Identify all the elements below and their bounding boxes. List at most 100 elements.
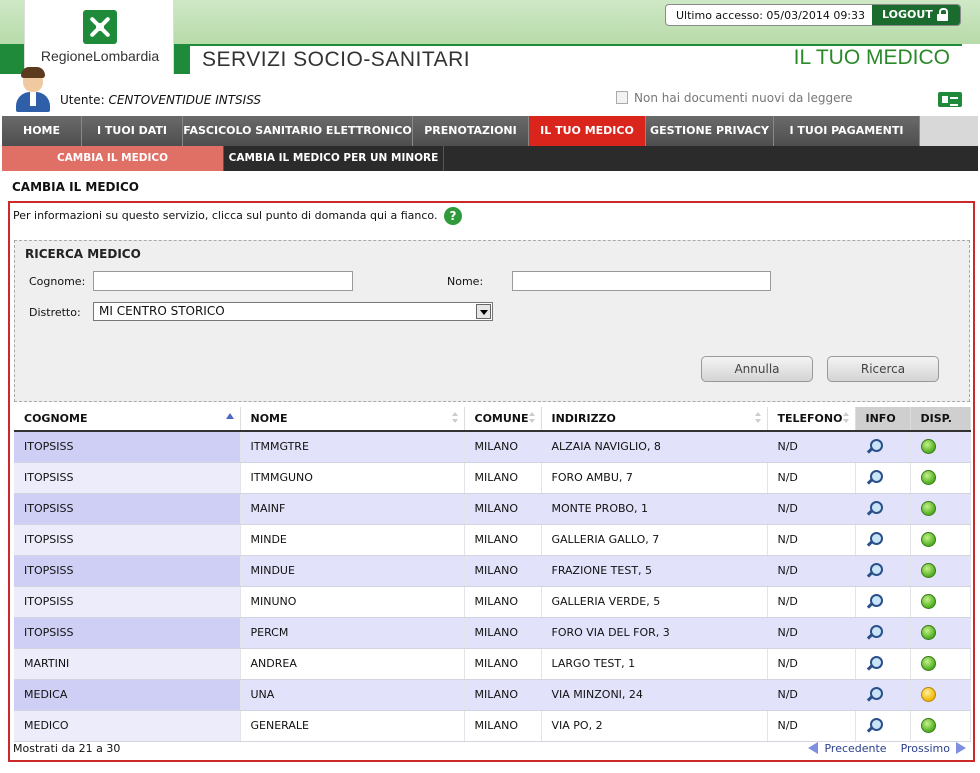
table-row[interactable]: ITOPSISS MINDE MILANO GALLERIA GALLO, 7 N/D	[14, 524, 971, 556]
nav-i-tuoi-pagamenti[interactable]: I TUOI PAGAMENTI	[774, 116, 920, 146]
cell-telefono: N/D	[767, 648, 856, 680]
magnifier-icon[interactable]	[866, 469, 883, 486]
section-title: IL TUO MEDICO	[793, 46, 950, 69]
cell-indirizzo: LARGO TEST, 1	[541, 648, 768, 680]
col-telefono[interactable]: TELEFONO	[767, 407, 856, 432]
search-button[interactable]: Ricerca	[827, 356, 939, 382]
cell-comune: MILANO	[464, 524, 542, 556]
next-link[interactable]: Prossimo	[901, 742, 950, 755]
distretto-label: Distretto:	[29, 306, 81, 319]
cell-info	[855, 493, 911, 525]
documents-notice[interactable]: Non hai documenti nuovi da leggere	[616, 91, 853, 105]
nav-i-tuoi-dati[interactable]: I TUOI DATI	[82, 116, 183, 146]
distretto-select[interactable]: MI CENTRO STORICO	[93, 302, 493, 321]
cell-telefono: N/D	[767, 555, 856, 587]
cell-cognome: ITOPSISS	[14, 462, 241, 494]
sort-icon	[754, 412, 761, 424]
col-indirizzo-label: INDIRIZZO	[551, 412, 616, 425]
table-row[interactable]: ITOPSISS PERCM MILANO FORO VIA DEL FOR, 3 N/…	[14, 617, 971, 649]
previous-arrow-icon[interactable]	[808, 742, 819, 754]
nav-fascicolo-sanitario[interactable]: FASCICOLO SANITARIO ELETTRONICO	[183, 116, 413, 146]
cognome-input[interactable]	[93, 271, 353, 291]
cell-indirizzo: VIA MINZONI, 24	[541, 679, 768, 711]
cell-cognome: MARTINI	[14, 648, 241, 680]
cell-telefono: N/D	[767, 710, 856, 742]
cell-cognome: ITOPSISS	[14, 617, 241, 649]
nav-il-tuo-medico[interactable]: IL TUO MEDICO	[529, 116, 646, 146]
col-info: INFO	[855, 407, 911, 432]
magnifier-icon[interactable]	[866, 593, 883, 610]
cancel-button[interactable]: Annulla	[701, 356, 813, 382]
table-row[interactable]: ITOPSISS MAINF MILANO MONTE PROBO, 1 N/D	[14, 493, 971, 525]
cell-disp	[910, 524, 971, 556]
cell-info	[855, 679, 911, 711]
table-row[interactable]: ITOPSISS ITMMGTRE MILANO ALZAIA NAVIGLIO, 8…	[14, 431, 971, 463]
magnifier-icon[interactable]	[866, 655, 883, 672]
logout-label: LOGOUT	[882, 8, 933, 21]
chevron-down-icon[interactable]	[476, 304, 491, 319]
col-cognome[interactable]: COGNOME	[14, 407, 241, 432]
cell-indirizzo: ALZAIA NAVIGLIO, 8	[541, 431, 768, 463]
table-row[interactable]: ITOPSISS MINDUE MILANO FRAZIONE TEST, 5 N/D	[14, 555, 971, 587]
cell-info	[855, 462, 911, 494]
table-row[interactable]: MEDICO GENERALE MILANO VIA PO, 2 N/D	[14, 710, 971, 742]
info-text: Per informazioni su questo servizio, cli…	[13, 209, 438, 222]
magnifier-icon[interactable]	[866, 624, 883, 641]
cell-comune: MILANO	[464, 586, 542, 618]
subnav-cambia-medico-minore[interactable]: CAMBIA IL MEDICO PER UN MINORE	[224, 146, 444, 171]
cell-nome: ITMMGTRE	[240, 431, 465, 463]
cell-cognome: MEDICO	[14, 710, 241, 742]
availability-indicator-icon	[920, 501, 936, 516]
contact-card-icon[interactable]	[938, 92, 962, 107]
brand-name: RegioneLombardia	[40, 48, 160, 64]
sort-ascending-icon	[225, 413, 234, 419]
magnifier-icon[interactable]	[866, 500, 883, 517]
nav-gestione-privacy[interactable]: GESTIONE PRIVACY	[646, 116, 774, 146]
cell-nome: ITMMGUNO	[240, 462, 465, 494]
cell-cognome: ITOPSISS	[14, 586, 241, 618]
user-avatar-icon	[14, 66, 52, 112]
availability-indicator-icon	[920, 625, 936, 640]
search-title: RICERCA MEDICO	[25, 247, 141, 261]
nav-prenotazioni[interactable]: PRENOTAZIONI	[413, 116, 529, 146]
lock-icon	[937, 8, 948, 21]
col-indirizzo[interactable]: INDIRIZZO	[541, 407, 768, 432]
table-row[interactable]: ITOPSISS ITMMGUNO MILANO FORO AMBU, 7 N/D	[14, 462, 971, 494]
col-comune[interactable]: COMUNE	[464, 407, 542, 432]
magnifier-icon[interactable]	[866, 562, 883, 579]
cell-nome: ANDREA	[240, 648, 465, 680]
logout-button[interactable]: LOGOUT	[872, 5, 960, 25]
subnav-cambia-medico[interactable]: CAMBIA IL MEDICO	[2, 146, 224, 171]
availability-indicator-icon	[920, 563, 936, 578]
cell-info	[855, 617, 911, 649]
next-arrow-icon[interactable]	[956, 742, 966, 754]
nome-input[interactable]	[512, 271, 771, 291]
magnifier-icon[interactable]	[866, 438, 883, 455]
user-name: CENTOVENTIDUE INTSISS	[108, 93, 262, 107]
col-nome[interactable]: NOME	[240, 407, 465, 432]
table-header-row: COGNOME NOME COMUNE INDIRIZZO TELEFONO I…	[14, 407, 971, 432]
table-row[interactable]: ITOPSISS MINUNO MILANO GALLERIA VERDE, 5 N/D	[14, 586, 971, 618]
regione-lombardia-logo[interactable]: RegioneLombardia	[24, 0, 174, 74]
cell-disp	[910, 648, 971, 680]
table-row[interactable]: MARTINI ANDREA MILANO LARGO TEST, 1 N/D	[14, 648, 971, 680]
cognome-label: Cognome:	[29, 275, 86, 288]
col-nome-label: NOME	[250, 412, 288, 425]
nav-home[interactable]: HOME	[2, 116, 82, 146]
availability-indicator-icon	[920, 718, 936, 733]
cell-cognome: ITOPSISS	[14, 431, 241, 463]
previous-link[interactable]: Precedente	[824, 742, 886, 755]
magnifier-icon[interactable]	[866, 717, 883, 734]
magnifier-icon[interactable]	[866, 531, 883, 548]
availability-indicator-icon	[920, 656, 936, 671]
cell-nome: MINDE	[240, 524, 465, 556]
cell-indirizzo: FORO AMBU, 7	[541, 462, 768, 494]
help-icon[interactable]: ?	[444, 207, 462, 225]
cell-telefono: N/D	[767, 617, 856, 649]
distretto-value: MI CENTRO STORICO	[99, 304, 225, 318]
magnifier-icon[interactable]	[866, 686, 883, 703]
cell-comune: MILANO	[464, 617, 542, 649]
cell-cognome: ITOPSISS	[14, 493, 241, 525]
table-row[interactable]: MEDICA UNA MILANO VIA MINZONI, 24 N/D	[14, 679, 971, 711]
cell-telefono: N/D	[767, 431, 856, 463]
